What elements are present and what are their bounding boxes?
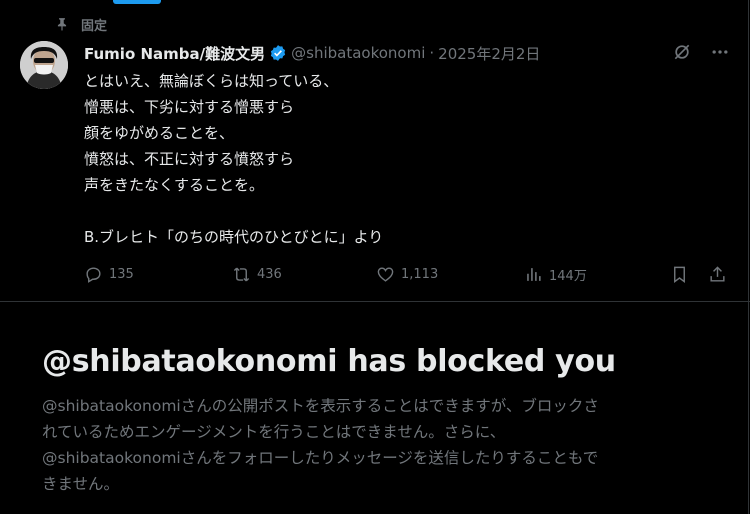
tweet-action-bar: 135 436 1,113 144万 [84,262,730,286]
verified-badge-icon [271,45,286,61]
grok-icon[interactable] [672,42,692,62]
tweet-text-line: 声をきたなくすることを。 [84,176,265,194]
tweet-text-line [84,198,704,224]
share-icon [710,265,725,282]
tweet-date[interactable]: 2025年2月2日 [438,43,540,64]
like-button[interactable]: 1,113 [376,265,438,284]
reply-icon [86,266,101,283]
tweet-text-line: B.ブレヒト「のちの時代のひとびとに」より [84,228,384,246]
blocked-description-line: @shibataokonomiさんをフォローしたりメッセージを送信したりすること… [42,449,599,467]
column-border [748,0,749,514]
pinned-label: 固定 [81,18,108,34]
bookmark-button[interactable] [670,265,689,284]
tweet-header: Fumio Namba/難波文男 @shibataokonomi · 2025年… [84,42,540,64]
reply-button[interactable]: 135 [84,265,134,284]
blocked-description: @shibataokonomiさんの公開ポストを表示することはできますが、ブロッ… [42,393,712,497]
view-count: 144万 [549,268,587,284]
views-icon [527,267,541,281]
reply-count: 135 [109,266,134,282]
retweet-count: 436 [257,266,282,282]
author-handle[interactable]: @shibataokonomi [291,44,425,62]
tweet-text-line: 憎悪は、下劣に対する憎悪すら [84,98,295,116]
tweet-text-line: 顔をゆがめることを、 [84,124,235,142]
share-button[interactable] [708,265,727,284]
tweet-text: とはいえ、無論ぼくらは知っている、 憎悪は、下劣に対する憎悪すら 顔をゆがめるこ… [84,68,704,250]
blocked-description-line: れているためエンゲージメントを行うことはできません。さらに、 [42,423,506,441]
pin-icon [57,18,67,31]
tweet-text-line: とはいえ、無論ぼくらは知っている、 [84,72,339,90]
blocked-description-line: きません。 [42,475,120,493]
blocked-description-line: @shibataokonomiさんの公開ポストを表示することはできますが、ブロッ… [42,397,599,415]
active-tab-indicator [113,0,161,4]
section-divider [0,301,750,302]
tweet-header-actions [672,42,730,62]
like-count: 1,113 [401,266,439,282]
avatar[interactable] [20,41,68,89]
like-icon [377,266,394,282]
author-name[interactable]: Fumio Namba/難波文男 [84,43,265,64]
header-separator: · [429,44,435,62]
pinned-label-row: 固定 [55,14,107,34]
more-icon[interactable] [710,42,730,62]
tweet-text-line: 憤怒は、不正に対する憤怒すら [84,150,295,168]
bookmark-icon [674,266,685,283]
retweet-icon [233,267,250,281]
blocked-title: @shibataokonomi has blocked you [42,344,616,379]
retweet-button[interactable]: 436 [232,265,282,284]
views-button[interactable]: 144万 [524,265,587,284]
avatar-image [20,41,68,89]
